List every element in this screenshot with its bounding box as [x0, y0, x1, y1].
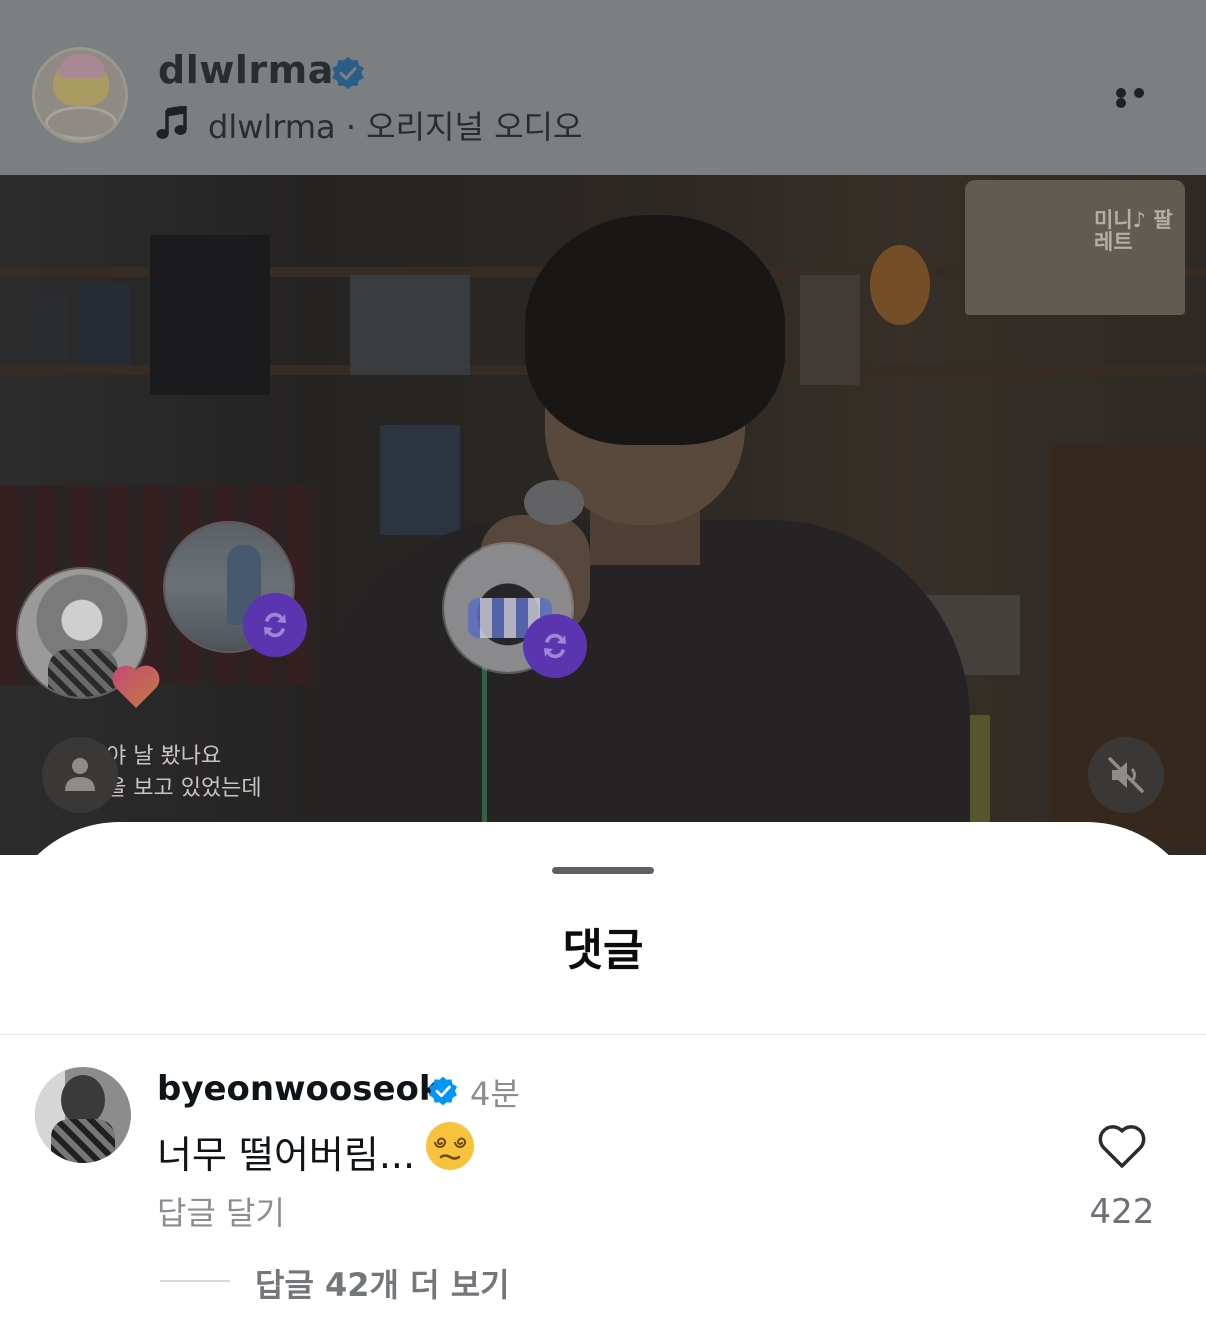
- comment-text: 너무 떨어버림...: [157, 1133, 416, 1177]
- lyrics-caption: 야 날 봤나요 을 보고 있었는데: [106, 744, 262, 801]
- view-more-replies-button[interactable]: 답글 42개 더 보기: [255, 1260, 510, 1306]
- commenter-avatar[interactable]: [35, 1067, 131, 1163]
- reply-button[interactable]: 답글 달기: [157, 1188, 285, 1234]
- channel-watermark: 미니♪ 팔레트: [1094, 208, 1173, 254]
- video-player[interactable]: 미니♪ 팔레트 야 날 봤나요 을 보고 있었는데: [0, 175, 1206, 855]
- thread-line: [160, 1280, 230, 1282]
- more-horizontal-icon[interactable]: [1116, 88, 1164, 108]
- sheet-grabber[interactable]: [552, 867, 654, 874]
- comment-timestamp: 4분: [470, 1075, 520, 1113]
- tagged-users-button[interactable]: [42, 737, 118, 813]
- verified-badge-icon: [332, 56, 364, 90]
- dizzy-face-emoji: [426, 1122, 474, 1170]
- comments-sheet: 댓글 byeonwooseok 4분 너무 떨어버림... 답글 달기 422 …: [0, 822, 1206, 1332]
- speaker-muted-icon: [1108, 757, 1144, 793]
- repost-icon: [523, 614, 587, 678]
- author-username[interactable]: dlwlrma: [158, 48, 334, 92]
- commenter-username[interactable]: byeonwooseok: [157, 1069, 442, 1109]
- verified-badge-icon: [429, 1076, 457, 1106]
- heart-outline-icon[interactable]: [1096, 1122, 1148, 1170]
- heart-icon: [112, 665, 160, 708]
- person-icon: [65, 758, 95, 791]
- sheet-title: 댓글: [562, 925, 644, 976]
- author-avatar[interactable]: [32, 47, 128, 143]
- post-header: dlwlrma dlwlrma · 오리지널 오디오: [0, 0, 1206, 175]
- repost-icon: [243, 593, 307, 657]
- divider: [0, 1034, 1206, 1035]
- like-count: 422: [1089, 1192, 1155, 1232]
- audio-label[interactable]: dlwlrma · 오리지널 오디오: [208, 102, 582, 148]
- mute-button[interactable]: [1088, 737, 1164, 813]
- music-note-icon: [156, 106, 187, 139]
